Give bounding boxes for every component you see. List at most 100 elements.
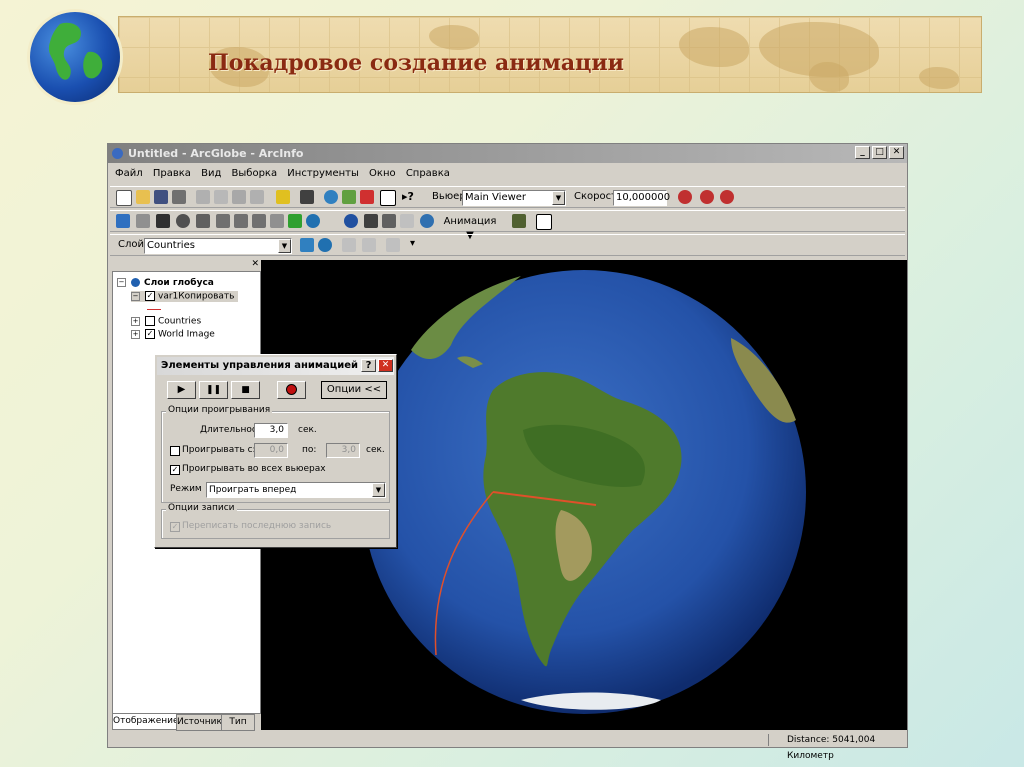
play-to-label: по: — [302, 445, 317, 455]
window-icon[interactable] — [380, 190, 396, 206]
navigate-icon[interactable] — [678, 190, 692, 204]
record-group-title: Опции записи — [166, 503, 237, 513]
minimize-button[interactable]: _ — [855, 146, 870, 159]
calculator-icon[interactable] — [300, 190, 314, 204]
select-icon[interactable] — [288, 214, 302, 228]
measure-icon[interactable] — [382, 214, 396, 228]
record-icon — [286, 383, 297, 395]
paste-icon[interactable] — [232, 190, 246, 204]
toc-legend-line — [147, 309, 161, 310]
cut-icon[interactable] — [196, 190, 210, 204]
new-icon[interactable] — [116, 190, 132, 206]
globe-icon[interactable] — [324, 190, 338, 204]
save-icon[interactable] — [154, 190, 168, 204]
maximize-button[interactable]: □ — [872, 146, 887, 159]
toc-tabs: Отображение Источник Тип — [112, 714, 261, 731]
zoom-layer-icon[interactable] — [252, 214, 266, 228]
options-toggle-button[interactable]: Опции << — [321, 381, 387, 399]
distance-readout: Distance: 5041,004 Километр — [787, 735, 876, 761]
capture-view-icon[interactable] — [512, 214, 526, 228]
zoom-in-icon[interactable] — [176, 214, 190, 228]
fly-icon[interactable] — [700, 190, 714, 204]
menu-view[interactable]: Вид — [201, 168, 221, 179]
toc-item-countries[interactable]: + Countries — [131, 316, 201, 327]
stop-button[interactable]: ■ — [231, 381, 260, 399]
overwrite-checkbox[interactable]: ✓ — [170, 522, 180, 532]
layer-toolbar: Слой: Countries ▼ ▾ — [110, 234, 905, 256]
toc-root[interactable]: − Слои глобуса — [117, 278, 214, 288]
mode-select[interactable]: Проиграть вперед ▼ — [206, 482, 386, 498]
animation-controls-icon[interactable] — [536, 214, 552, 230]
globe-logo-icon — [30, 12, 120, 102]
center-icon[interactable] — [720, 190, 734, 204]
dialog-help-button[interactable]: ? — [361, 359, 376, 372]
play-to-input[interactable]: 3,0 — [326, 443, 360, 458]
checkbox-unchecked-icon[interactable] — [145, 316, 155, 326]
menu-help[interactable]: Справка — [406, 168, 450, 179]
checkbox-checked-icon[interactable]: ✓ — [145, 291, 155, 301]
play-button[interactable]: ▶ — [167, 381, 196, 399]
toc-item-var1[interactable]: − ✓ var1Копировать — [131, 291, 239, 302]
delete-icon[interactable] — [250, 190, 264, 204]
chevron-down-icon: ▼ — [552, 191, 565, 205]
dialog-close-button[interactable]: ✕ — [378, 359, 393, 372]
speed-input[interactable]: 10,000000 — [613, 190, 670, 206]
playback-options-group: Опции проигрывания Длительность: 3,0 сек… — [161, 405, 390, 503]
pause-button[interactable]: ❚❚ — [199, 381, 228, 399]
tab-display[interactable]: Отображение — [112, 714, 179, 730]
whats-this-icon[interactable]: ▸? — [402, 190, 416, 204]
open-icon[interactable] — [136, 190, 150, 204]
menu-window[interactable]: Окно — [369, 168, 396, 179]
viewer-select[interactable]: Main Viewer ▼ — [462, 190, 566, 206]
play-to-unit: сек. — [366, 445, 385, 455]
layer-globe-icon[interactable] — [318, 238, 332, 252]
tab-type[interactable]: Тип — [221, 714, 255, 731]
copy-icon[interactable] — [214, 190, 228, 204]
zoom-extent-icon[interactable] — [234, 214, 248, 228]
observer-icon[interactable] — [270, 214, 284, 228]
find-icon[interactable] — [364, 214, 378, 228]
toc-item-world-image[interactable]: + ✓ World Image — [131, 329, 215, 340]
play-all-viewers-checkbox[interactable]: ✓ — [170, 465, 180, 475]
toc-root-label: Слои глобуса — [144, 278, 214, 288]
print-icon[interactable] — [172, 190, 186, 204]
layer-tool-icon[interactable] — [300, 238, 314, 252]
animation-menu-button[interactable]: Анимация ▼ — [440, 214, 500, 241]
tab-source[interactable]: Источник — [176, 714, 222, 731]
menu-file[interactable]: Файл — [115, 168, 143, 179]
tool-icon[interactable] — [342, 190, 356, 204]
duration-input[interactable]: 3,0 — [254, 423, 288, 438]
record-button[interactable] — [277, 381, 306, 399]
identify-icon[interactable] — [344, 214, 358, 228]
layer-select[interactable]: Countries ▼ — [144, 238, 292, 254]
full-extent-icon[interactable] — [216, 214, 230, 228]
target-center-icon[interactable] — [156, 214, 170, 228]
toolbar-overflow-icon[interactable]: ▾ — [410, 238, 424, 252]
toc-close-icon[interactable]: ✕ — [251, 259, 259, 269]
checkbox-checked-icon[interactable]: ✓ — [145, 329, 155, 339]
menu-tools[interactable]: Инструменты — [287, 168, 359, 179]
add-data-icon[interactable] — [276, 190, 290, 204]
close-button[interactable]: ✕ — [889, 146, 904, 159]
lightning-icon[interactable] — [400, 214, 414, 228]
layer-option3-icon[interactable] — [386, 238, 400, 252]
globe-nav-icon[interactable] — [306, 214, 320, 228]
layer-option2-icon[interactable] — [362, 238, 376, 252]
menu-edit[interactable]: Правка — [153, 168, 191, 179]
toc-item-label: World Image — [158, 329, 215, 340]
toolbox-icon[interactable] — [360, 190, 374, 204]
dialog-title: Элементы управления анимацией — [161, 360, 359, 371]
window-titlebar: Untitled - ArcGlobe - ArcInfo _ □ ✕ — [108, 144, 907, 163]
fly-tool-icon[interactable] — [136, 214, 150, 228]
menu-selection[interactable]: Выборка — [232, 168, 278, 179]
play-from-input[interactable]: 0,0 — [254, 443, 288, 458]
pan-icon[interactable] — [196, 214, 210, 228]
play-from-checkbox[interactable] — [170, 446, 180, 456]
tools-toolbar: Анимация ▼ — [110, 210, 905, 241]
globe-layers-icon — [131, 278, 140, 287]
navigate-tool-icon[interactable] — [116, 214, 130, 228]
mode-label: Режим — [170, 484, 202, 494]
layer-option-icon[interactable] — [342, 238, 356, 252]
globe-animate-icon[interactable] — [420, 214, 434, 228]
menu-bar: Файл Правка Вид Выборка Инструменты Окно… — [108, 164, 907, 184]
